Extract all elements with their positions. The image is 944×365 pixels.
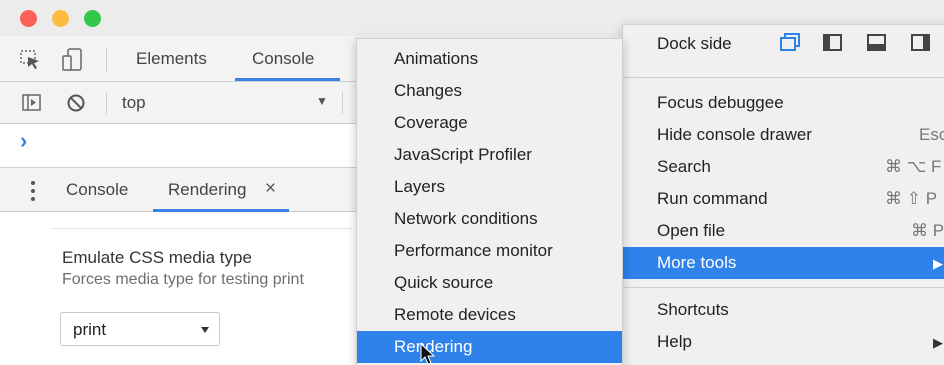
dock-bottom-icon[interactable] bbox=[867, 33, 887, 53]
media-type-value: print bbox=[73, 320, 107, 339]
tab-elements[interactable]: Elements bbox=[136, 49, 207, 69]
context-selector-value: top bbox=[122, 93, 146, 112]
menu-item-search[interactable]: Search ⌘ ⌥ F bbox=[623, 151, 944, 183]
dock-undock-icon[interactable] bbox=[779, 33, 801, 53]
menu-item-open-file[interactable]: Open file ⌘ P bbox=[623, 215, 944, 247]
panel-divider bbox=[52, 228, 352, 229]
submenu-item-rendering[interactable]: Rendering bbox=[357, 331, 622, 363]
active-tab-indicator bbox=[235, 78, 340, 81]
menu-item-help[interactable]: Help ▶ bbox=[623, 326, 944, 358]
submenu-item-javascript-profiler[interactable]: JavaScript Profiler bbox=[357, 139, 622, 171]
submenu-arrow-icon: ▶ bbox=[933, 256, 943, 271]
drawer-tab-rendering[interactable]: Rendering bbox=[168, 180, 246, 200]
submenu-item-changes[interactable]: Changes bbox=[357, 75, 622, 107]
more-tools-submenu: Animations Changes Coverage JavaScript P… bbox=[356, 38, 623, 365]
menu-item-more-tools[interactable]: More tools ▶ bbox=[623, 247, 944, 279]
emulate-media-description: Forces media type for testing print bbox=[62, 271, 304, 288]
device-toolbar-icon[interactable] bbox=[62, 48, 84, 72]
emulate-media-title: Emulate CSS media type bbox=[62, 248, 252, 267]
clear-console-icon[interactable] bbox=[66, 93, 86, 113]
submenu-item-quick-source[interactable]: Quick source bbox=[357, 267, 622, 299]
submenu-item-coverage[interactable]: Coverage bbox=[357, 107, 622, 139]
inspect-element-icon[interactable] bbox=[20, 50, 42, 70]
dock-left-icon[interactable] bbox=[823, 33, 843, 53]
menu-item-shortcuts[interactable]: Shortcuts bbox=[623, 294, 944, 326]
zoom-window-button[interactable] bbox=[84, 10, 101, 27]
shortcut-text: ⌘ P bbox=[911, 221, 944, 240]
dock-right-icon[interactable] bbox=[911, 33, 931, 53]
menu-separator bbox=[623, 287, 944, 288]
menu-item-focus-debuggee[interactable]: Focus debuggee bbox=[623, 87, 944, 119]
chevron-down-icon: ▼ bbox=[316, 94, 328, 108]
filterbar-separator bbox=[106, 92, 107, 114]
submenu-item-network-conditions[interactable]: Network conditions bbox=[357, 203, 622, 235]
shortcut-text: ⌘ ⌥ F bbox=[885, 157, 942, 176]
submenu-arrow-icon: ▶ bbox=[933, 335, 943, 350]
dock-side-label: Dock side bbox=[657, 34, 732, 53]
chevron-down-icon bbox=[201, 327, 209, 333]
media-type-select[interactable]: print bbox=[60, 312, 220, 346]
shortcut-text: ⌘ ⇧ P bbox=[885, 189, 938, 208]
submenu-item-animations[interactable]: Animations bbox=[357, 43, 622, 75]
mouse-cursor-icon bbox=[420, 343, 436, 365]
minimize-window-button[interactable] bbox=[52, 10, 69, 27]
submenu-item-layers[interactable]: Layers bbox=[357, 171, 622, 203]
menu-item-run-command[interactable]: Run command ⌘ ⇧ P bbox=[623, 183, 944, 215]
context-selector[interactable]: top ▼ bbox=[114, 82, 336, 124]
shortcut-text: Esc bbox=[919, 125, 944, 144]
close-icon[interactable]: × bbox=[265, 178, 276, 200]
menu-separator bbox=[623, 77, 944, 78]
drawer-menu-icon[interactable] bbox=[30, 180, 36, 202]
customize-menu: Dock side Focus debuggee Hide console dr… bbox=[622, 24, 944, 365]
menu-item-hide-console-drawer[interactable]: Hide console drawer Esc bbox=[623, 119, 944, 151]
show-sidebar-icon[interactable] bbox=[22, 94, 42, 112]
drawer-tab-console[interactable]: Console bbox=[66, 180, 128, 200]
toolbar-separator bbox=[106, 48, 107, 72]
submenu-item-performance-monitor[interactable]: Performance monitor bbox=[357, 235, 622, 267]
filterbar-separator bbox=[342, 92, 343, 114]
console-prompt-icon: › bbox=[20, 128, 28, 153]
close-window-button[interactable] bbox=[20, 10, 37, 27]
submenu-item-remote-devices[interactable]: Remote devices bbox=[357, 299, 622, 331]
tab-console[interactable]: Console bbox=[252, 49, 314, 69]
